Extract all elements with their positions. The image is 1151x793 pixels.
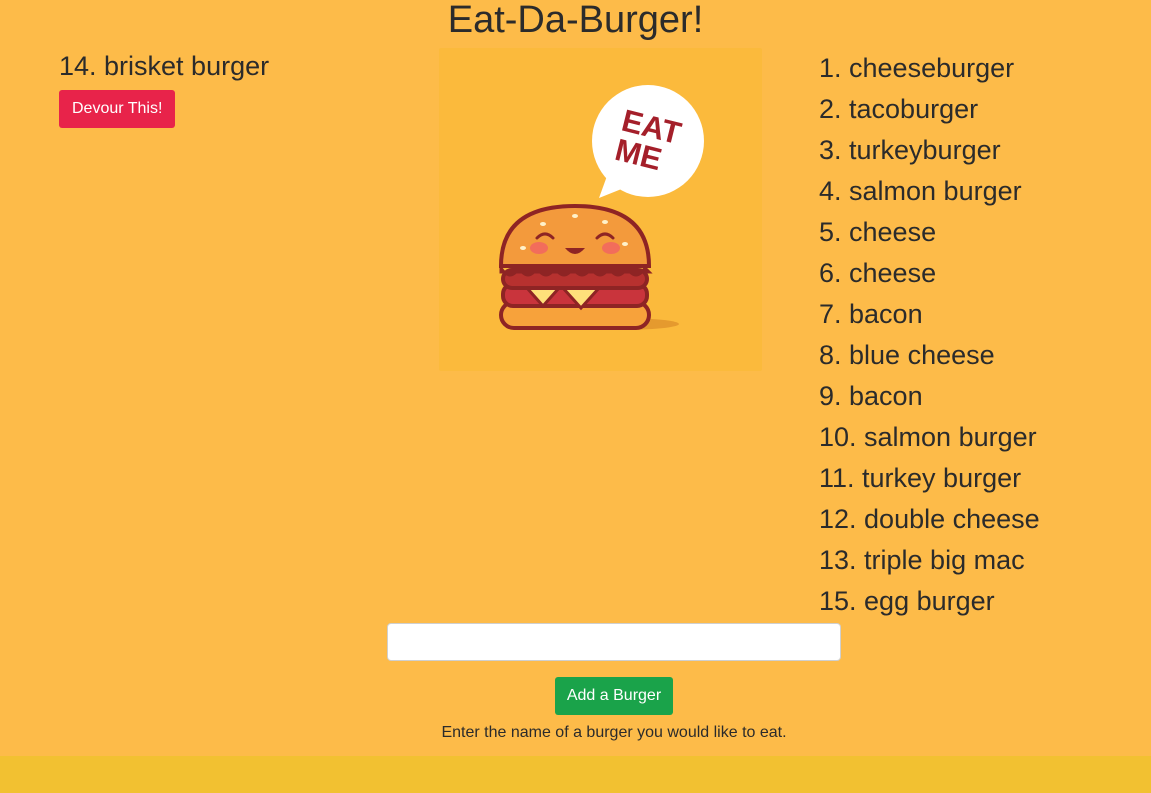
uneaten-burger-name: 14. brisket burger (59, 51, 270, 81)
add-burger-button[interactable]: Add a Burger (554, 677, 674, 715)
devoured-burger-item: 15. egg burger (819, 586, 995, 616)
devoured-burger-item: 4. salmon burger (819, 176, 1022, 206)
uneaten-burger-item: 14. brisket burger Devour This! (59, 48, 269, 128)
footer-bar (0, 756, 1151, 793)
devoured-burger-item: 13. triple big mac (819, 545, 1025, 575)
devoured-burger-item: 11. turkey burger (819, 463, 1022, 493)
burger-illustration: EAT ME (439, 48, 762, 371)
devour-button[interactable]: Devour This! (59, 90, 176, 128)
devoured-burger-item: 10. salmon burger (819, 422, 1037, 452)
devoured-burger-item: 9. bacon (819, 381, 923, 411)
devoured-burger-list: 1. cheeseburger 2. tacoburger 3. turkeyb… (819, 48, 1040, 622)
page-title: Eat-Da-Burger! (447, 0, 704, 41)
devoured-burger-item: 7. bacon (819, 299, 923, 329)
uneaten-burgers-column: 14. brisket burger Devour This! (59, 48, 269, 128)
burger-mascot-icon: EAT ME (498, 85, 704, 330)
form-hint: Enter the name of a burger you would lik… (441, 724, 787, 741)
devoured-burger-item: 12. double cheese (819, 504, 1040, 534)
add-burger-form: Add a Burger Enter the name of a burger … (387, 623, 841, 743)
devoured-burger-item: 8. blue cheese (819, 340, 995, 370)
devoured-burger-item: 2. tacoburger (819, 94, 979, 124)
devoured-burgers-column: 1. cheeseburger 2. tacoburger 3. turkeyb… (819, 48, 1040, 622)
burger-page: Eat-Da-Burger! 14. brisket burger Devour… (0, 0, 1151, 793)
devoured-burger-item: 6. cheese (819, 258, 937, 288)
devoured-burger-item: 1. cheeseburger (819, 53, 1015, 83)
devoured-burger-item: 3. turkeyburger (819, 135, 1001, 165)
burger-name-input[interactable] (387, 623, 841, 661)
devoured-burger-item: 5. cheese (819, 217, 937, 247)
